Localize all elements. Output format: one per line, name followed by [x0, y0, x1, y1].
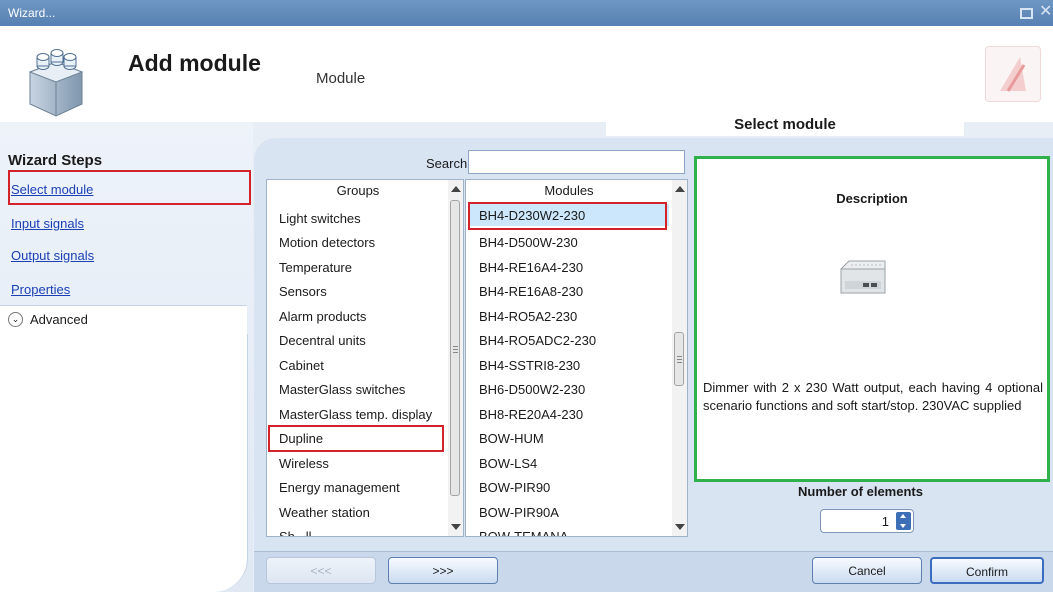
wizard-window: Wizard... ✕ Add module Module Wizard Ste…: [0, 0, 1053, 592]
group-item[interactable]: Sensors: [279, 284, 327, 299]
group-item[interactable]: Sh...ll...: [279, 529, 322, 536]
dupline-highlight: [268, 425, 444, 452]
modules-scrollbar[interactable]: [672, 180, 687, 536]
page-subtitle: Module: [316, 70, 366, 87]
cancel-button[interactable]: Cancel: [812, 557, 922, 584]
module-device-icon: [837, 257, 889, 299]
next-button[interactable]: >>>: [388, 557, 498, 584]
modules-list[interactable]: Modules BH4-D230W2-230 BH4-D500W-230 BH4…: [465, 179, 688, 537]
wizard-steps-heading: Wizard Steps: [8, 152, 103, 169]
modules-header: Modules: [544, 183, 594, 198]
scroll-up-icon[interactable]: [675, 186, 685, 192]
module-item[interactable]: BH8-RE20A4-230: [479, 407, 583, 422]
description-panel: Description Dimmer with 2 x 230 Watt out…: [694, 156, 1050, 482]
page-title: Add module: [128, 50, 261, 76]
number-of-elements-stepper[interactable]: 1: [820, 509, 914, 533]
module-item[interactable]: BH4-D500W-230: [479, 235, 578, 250]
group-item[interactable]: Weather station: [279, 505, 370, 520]
group-item[interactable]: MasterGlass temp. display: [279, 407, 432, 422]
group-item[interactable]: Alarm products: [279, 309, 366, 324]
number-of-elements-label: Number of elements: [798, 484, 923, 499]
groups-scroll-thumb[interactable]: [450, 200, 460, 496]
description-title: Description: [836, 191, 908, 206]
group-item[interactable]: MasterGlass switches: [279, 382, 405, 397]
advanced-label: Advanced: [30, 312, 88, 327]
step-input-signals[interactable]: Input signals: [11, 216, 84, 231]
maximize-icon[interactable]: [1020, 8, 1033, 19]
scroll-down-icon[interactable]: [451, 524, 461, 530]
close-icon[interactable]: ✕: [1039, 4, 1053, 20]
module-item[interactable]: BH4-RE16A4-230: [479, 260, 583, 275]
scroll-up-icon[interactable]: [451, 186, 461, 192]
group-item[interactable]: Energy management: [279, 480, 400, 495]
module-item[interactable]: BOW-HUM: [479, 431, 544, 446]
group-item[interactable]: Light switches: [279, 211, 361, 226]
module-item[interactable]: BH4-RO5ADC2-230: [479, 333, 596, 348]
spinner-icon[interactable]: [896, 512, 911, 530]
group-item[interactable]: Temperature: [279, 260, 352, 275]
module-item[interactable]: BH4-SSTRI8-230: [479, 358, 580, 373]
advanced-toggle[interactable]: ⌄ Advanced: [0, 305, 247, 335]
modules-scroll-thumb[interactable]: [674, 332, 684, 386]
select-module-highlight: [8, 170, 251, 205]
number-of-elements-value: 1: [881, 514, 889, 529]
module-item[interactable]: BH4-RO5A2-230: [479, 309, 577, 324]
module-item[interactable]: BOW-LS4: [479, 456, 537, 471]
step-output-signals[interactable]: Output signals: [11, 248, 94, 263]
back-button[interactable]: <<<: [266, 557, 376, 584]
sidebar-panel: [0, 334, 248, 592]
chevron-down-icon: ⌄: [8, 312, 23, 327]
wizard-sidebar: Wizard Steps Select module Input signals…: [0, 122, 253, 592]
tab-select-module[interactable]: Select module: [606, 108, 964, 136]
window-title: Wizard...: [8, 6, 56, 20]
groups-header: Groups: [336, 183, 380, 198]
confirm-button[interactable]: Confirm: [930, 557, 1044, 584]
module-item[interactable]: BOW-TEMANA: [479, 529, 568, 536]
description-text: Dimmer with 2 x 230 Watt output, each ha…: [703, 380, 1043, 413]
group-item[interactable]: Wireless: [279, 456, 329, 471]
module-item[interactable]: BH4-RE16A8-230: [479, 284, 583, 299]
module-item[interactable]: BH6-D500W2-230: [479, 382, 585, 397]
groups-list[interactable]: Groups Light switches Motion detectors T…: [266, 179, 464, 537]
selected-module-highlight: [468, 202, 667, 230]
module-blocks-icon: [20, 44, 92, 118]
scroll-down-icon[interactable]: [675, 524, 685, 530]
brand-logo-icon: [985, 46, 1041, 102]
module-item[interactable]: BOW-PIR90A: [479, 505, 559, 520]
search-label: Search: [426, 156, 468, 171]
search-input[interactable]: [468, 150, 685, 174]
title-bar: Wizard... ✕: [0, 0, 1053, 26]
groups-scrollbar[interactable]: [448, 180, 463, 536]
group-item[interactable]: Cabinet: [279, 358, 324, 373]
group-item[interactable]: Motion detectors: [279, 235, 375, 250]
group-item[interactable]: Decentral units: [279, 333, 366, 348]
module-item[interactable]: BOW-PIR90: [479, 480, 550, 495]
step-properties[interactable]: Properties: [11, 282, 70, 297]
